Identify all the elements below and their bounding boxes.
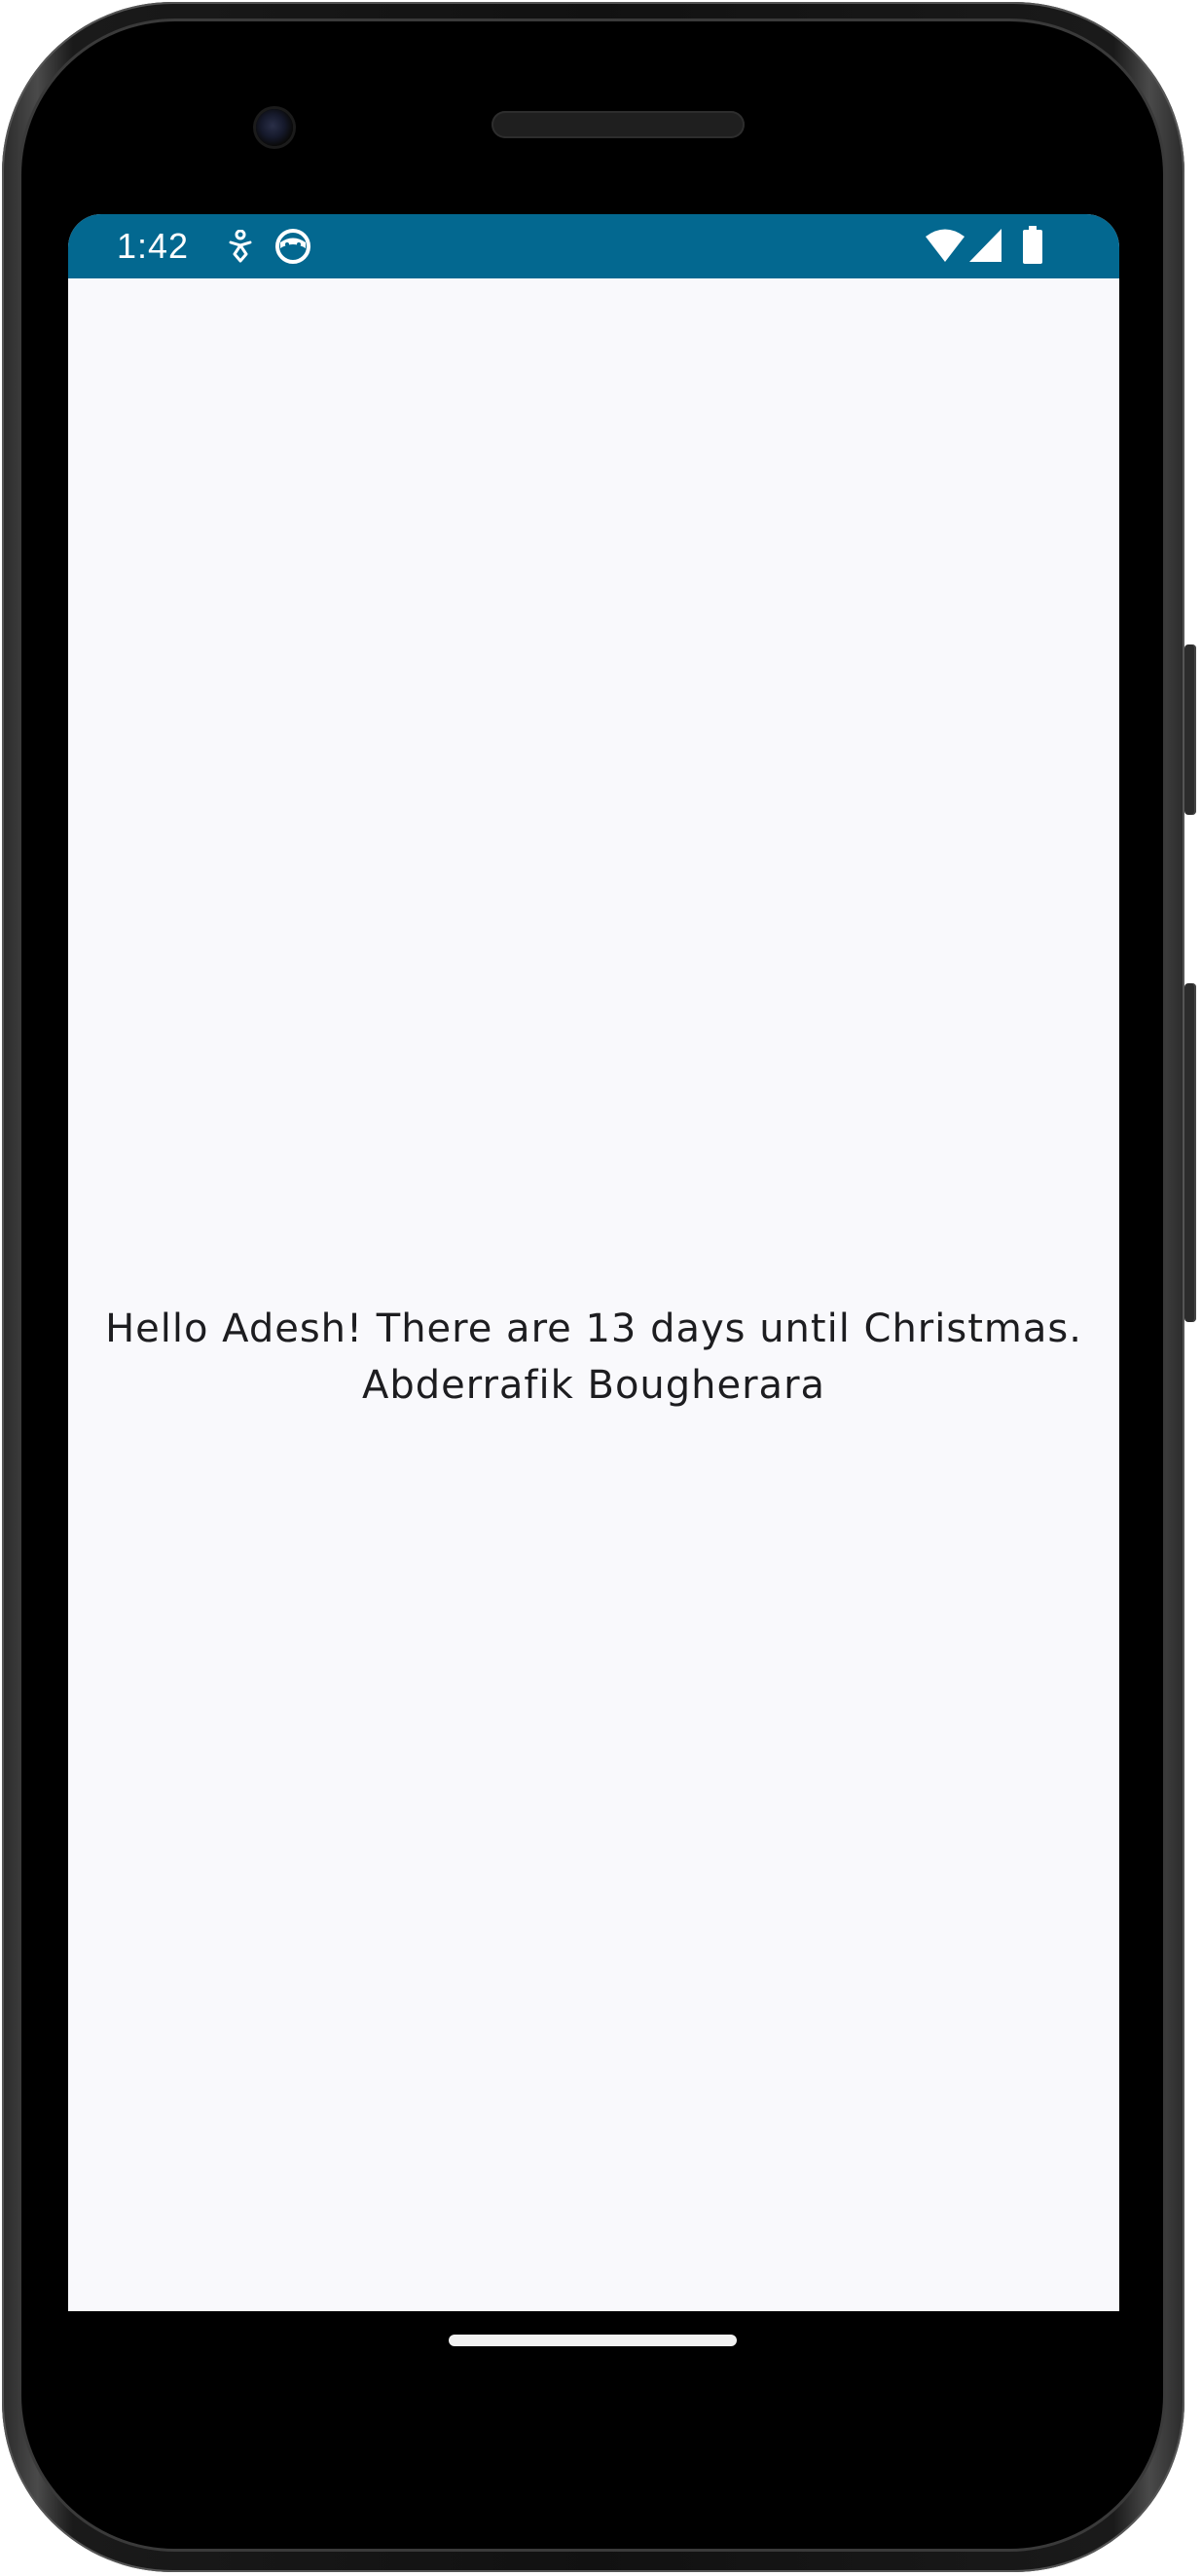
assistant-face-icon xyxy=(274,228,311,265)
phone-frame: 1:42 Hello Adesh! There are 13 days unti… xyxy=(0,0,1202,2576)
device-screen: 1:42 Hello Adesh! There are 13 days unti… xyxy=(68,214,1119,2311)
author-name: Abderrafik Bougherara xyxy=(361,1363,826,1408)
wifi-icon xyxy=(925,228,965,263)
power-button xyxy=(1184,644,1196,815)
cellular-signal-icon xyxy=(968,228,1003,263)
greeting-message: Hello Adesh! There are 13 days until Chr… xyxy=(105,1306,1082,1351)
battery-icon xyxy=(1022,226,1043,265)
navigation-bar xyxy=(68,2311,1119,2457)
status-bar: 1:42 xyxy=(68,214,1119,278)
greeting-text: Hello Adesh! There are 13 days until Chr… xyxy=(68,1301,1119,1414)
status-time: 1:42 xyxy=(117,226,190,266)
app-content: Hello Adesh! There are 13 days until Chr… xyxy=(68,278,1119,2311)
front-camera xyxy=(256,109,293,146)
accessibility-icon xyxy=(229,230,252,263)
volume-button xyxy=(1184,983,1196,1322)
earpiece-speaker xyxy=(492,111,745,138)
home-gesture-pill[interactable] xyxy=(449,2335,737,2346)
